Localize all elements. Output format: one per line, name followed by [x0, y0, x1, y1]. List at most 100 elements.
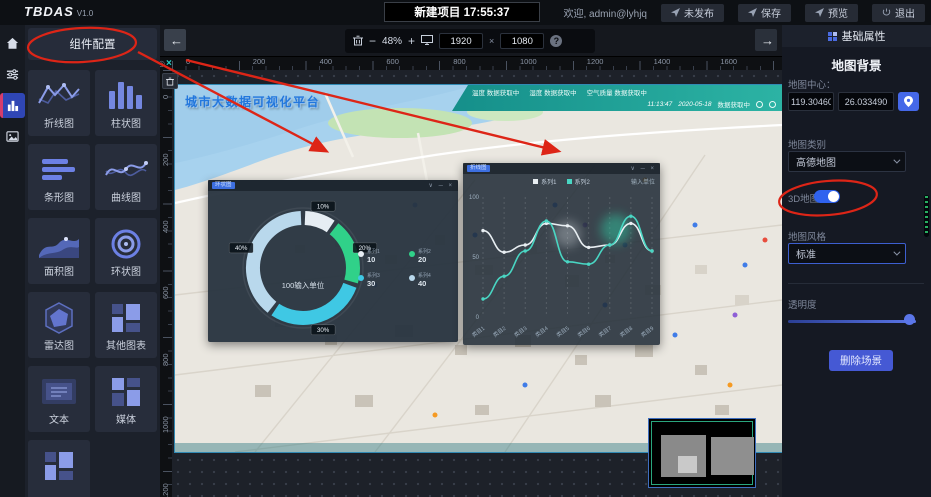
component-card-curve[interactable]: 曲线图 [95, 144, 157, 210]
grid-icon [828, 32, 837, 41]
delete-scene-button[interactable]: 删除场景 [829, 350, 893, 371]
divider [788, 283, 924, 284]
forward-button[interactable]: → [755, 29, 777, 51]
legend-item[interactable]: 系列330 [358, 272, 403, 288]
component-card-tiles[interactable]: 其他图表 [95, 292, 157, 358]
send-icon [671, 8, 680, 17]
rail-media[interactable] [0, 124, 25, 149]
ruler-mark: 1000 [520, 57, 537, 66]
component-card-bar[interactable]: 柱状图 [95, 70, 157, 136]
canvas-area: ← − 48% + × ? → 020040060080010001200140… [160, 25, 782, 497]
component-card-tiles2[interactable]: 媒体 [95, 366, 157, 432]
donut-chart-icon [103, 225, 149, 268]
svg-text:类目4: 类目4 [533, 324, 549, 339]
component-card-text[interactable]: 文本 [28, 366, 90, 432]
save-button[interactable]: 保存 [738, 4, 791, 22]
rail-charts[interactable] [0, 93, 25, 118]
component-card-tiles[interactable] [28, 440, 90, 497]
line-chart[interactable]: 类目1类目2类目3类目4类目5类目6类目7类目8类目9050100 [463, 189, 660, 345]
minimap-widget-1-inner [678, 456, 697, 473]
panel-title: 地图背景 [782, 55, 931, 74]
back-button[interactable]: ← [164, 29, 186, 51]
clear-canvas-button[interactable] [353, 35, 363, 48]
widget-window-controls[interactable]: ∨ ─ × [429, 182, 454, 189]
ruler-mark: 800 [161, 354, 170, 367]
canvas-height-input[interactable] [500, 33, 544, 49]
component-card-area[interactable]: 面积图 [28, 218, 90, 284]
radar-chart-icon [36, 299, 82, 342]
publish-status-button[interactable]: 未发布 [661, 4, 724, 22]
component-panel-title[interactable]: 组件配置 [28, 28, 157, 60]
delete-selection-button[interactable] [162, 73, 178, 89]
svg-text:类目8: 类目8 [618, 324, 634, 339]
locate-button[interactable] [898, 92, 919, 111]
component-card-line[interactable]: 折线图 [28, 70, 90, 136]
svg-text:类目1: 类目1 [470, 324, 486, 339]
header-circle-icon [756, 101, 763, 108]
help-icon[interactable]: ? [550, 35, 562, 47]
map-center-label: 地图中心： [788, 77, 836, 91]
deselect-icon[interactable]: × [166, 58, 172, 69]
legend-item[interactable]: 系列440 [409, 272, 454, 288]
zoom-in-button[interactable]: + [408, 35, 415, 47]
bar-chart-icon [103, 77, 149, 120]
hbar-chart-icon [36, 151, 82, 194]
mode-3d-toggle[interactable] [814, 190, 840, 203]
ruler-mark: 1600 [720, 57, 737, 66]
ruler-mark: 600 [386, 57, 399, 66]
map-screen[interactable]: 城市大数据可视化平台 温度 数据获取中湿度 数据获取中空气质量 数据获取中 11… [175, 85, 782, 452]
component-card-donut[interactable]: 环状图 [95, 218, 157, 284]
component-card-radar[interactable]: 雷达图 [28, 292, 90, 358]
map-style-select[interactable]: 标准 [788, 243, 906, 264]
donut-widget-title: 环状图 [212, 182, 235, 189]
legend-item[interactable]: 系列1 [533, 177, 556, 186]
canvas-viewport[interactable]: 城市大数据可视化平台 温度 数据获取中湿度 数据获取中空气质量 数据获取中 11… [172, 70, 782, 497]
home-icon [6, 37, 19, 50]
chevron-down-icon [893, 157, 900, 164]
tiles-chart-icon [36, 447, 82, 490]
donut-widget-titlebar: 环状图 ∨ ─ × [208, 180, 458, 191]
properties-panel: 基础属性 地图背景 地图中心： 地图类别 高德地图 3D地图 地图风格 标准 透… [782, 25, 931, 497]
map-category-select[interactable]: 高德地图 [788, 151, 906, 172]
component-card-label: 折线图 [28, 115, 90, 130]
component-card-label: 条形图 [28, 189, 90, 204]
preview-button[interactable]: 预览 [805, 4, 858, 22]
sliders-icon [6, 68, 19, 81]
panel-scrollbar[interactable] [924, 195, 929, 237]
svg-text:类目3: 类目3 [512, 324, 528, 339]
opacity-slider[interactable] [788, 320, 916, 323]
ruler-left: 020040060080010001200 [160, 70, 172, 497]
tab-basic-properties[interactable]: 基础属性 [782, 25, 931, 47]
longitude-input[interactable] [788, 92, 834, 111]
screen-title: 城市大数据可视化平台 [185, 93, 320, 110]
map-style-label: 地图风格 [788, 229, 826, 243]
component-card-label: 媒体 [95, 411, 157, 426]
component-card-hbar[interactable]: 条形图 [28, 144, 90, 210]
legend-item[interactable]: 系列2 [567, 177, 590, 186]
rail-home[interactable] [0, 31, 25, 56]
widget-window-controls[interactable]: ∨ ─ × [631, 165, 656, 172]
ruler-mark: 600 [161, 287, 170, 300]
section-title: 基础属性 [842, 28, 886, 44]
project-title-box[interactable]: 新建项目 17:55:37 [384, 2, 540, 22]
rail-settings[interactable] [0, 62, 25, 87]
chevron-down-icon [893, 249, 900, 256]
minimap[interactable] [648, 418, 756, 488]
legend-item[interactable]: 系列220 [409, 248, 454, 264]
legend-item[interactable]: 系列110 [358, 248, 403, 264]
ruler-mark: 200 [161, 153, 170, 166]
canvas-width-input[interactable] [439, 33, 483, 49]
app-window: TBDASV1.0 新建项目 17:55:37 欢迎, admin@lyhjq … [0, 0, 931, 497]
opacity-slider-handle[interactable] [904, 314, 915, 325]
canvas-tool-group: − 48% + × ? [345, 29, 595, 53]
svg-text:类目7: 类目7 [597, 324, 613, 339]
line-widget[interactable]: 折线图 ∨ ─ × 系列1系列2 输入单位 类目1类目2类目3类目4类目5类目6… [463, 163, 660, 345]
donut-widget[interactable]: 环状图 ∨ ─ × 10%20%30%40% 100输入单位 系列110系列22… [208, 180, 458, 342]
ruler-mark: 400 [161, 220, 170, 233]
status-item: 湿度 数据获取中 [529, 87, 576, 97]
latitude-input[interactable] [838, 92, 894, 111]
svg-text:0: 0 [476, 315, 480, 321]
ruler-mark: 800 [453, 57, 466, 66]
exit-button[interactable]: 退出 [872, 4, 925, 22]
zoom-out-button[interactable]: − [369, 35, 376, 47]
